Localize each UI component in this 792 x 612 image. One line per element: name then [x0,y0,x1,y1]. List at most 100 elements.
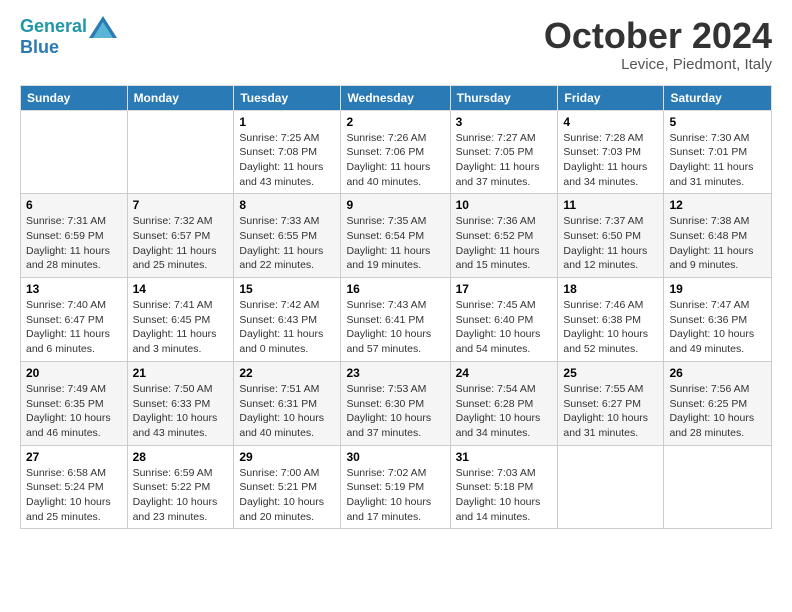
calendar-cell: 6 Sunrise: 7:31 AM Sunset: 6:59 PM Daylig… [21,194,128,278]
day-number: 13 [26,282,122,296]
day-number: 3 [456,115,553,129]
day-number: 8 [239,198,335,212]
day-number: 19 [669,282,766,296]
logo-text: General [20,17,87,37]
calendar-cell: 18 Sunrise: 7:46 AM Sunset: 6:38 PM Dayli… [558,278,664,362]
calendar-cell: 13Sunrise: 7:40 AM Sunset: 6:47 PM Dayli… [21,278,128,362]
calendar-cell: 2 Sunrise: 7:26 AM Sunset: 7:06 PM Daylig… [341,110,450,194]
week-row-3: 13Sunrise: 7:40 AM Sunset: 6:47 PM Dayli… [21,278,772,362]
day-info: Sunrise: 7:02 AM Sunset: 5:19 PM Dayligh… [346,466,444,525]
calendar-cell: 23Sunrise: 7:53 AM Sunset: 6:30 PM Dayli… [341,361,450,445]
header-row: SundayMondayTuesdayWednesdayThursdayFrid… [21,85,772,110]
calendar-cell: 22 Sunrise: 7:51 AM Sunset: 6:31 PM Dayli… [234,361,341,445]
calendar-cell: 31 Sunrise: 7:03 AM Sunset: 5:18 PM Dayli… [450,445,558,529]
calendar-cell: 15Sunrise: 7:42 AM Sunset: 6:43 PM Dayli… [234,278,341,362]
calendar-cell: 20 Sunrise: 7:49 AM Sunset: 6:35 PM Dayli… [21,361,128,445]
day-header-friday: Friday [558,85,664,110]
calendar-table: SundayMondayTuesdayWednesdayThursdayFrid… [20,85,772,530]
day-header-monday: Monday [127,85,234,110]
week-row-1: 1Sunrise: 7:25 AM Sunset: 7:08 PM Daylig… [21,110,772,194]
day-info: Sunrise: 7:31 AM Sunset: 6:59 PM Dayligh… [26,214,122,273]
day-info: Sunrise: 7:56 AM Sunset: 6:25 PM Dayligh… [669,382,766,441]
calendar-cell: 14 Sunrise: 7:41 AM Sunset: 6:45 PM Dayli… [127,278,234,362]
day-header-saturday: Saturday [664,85,772,110]
day-info: Sunrise: 7:51 AM Sunset: 6:31 PM Dayligh… [239,382,335,441]
day-number: 24 [456,366,553,380]
header: General Blue October 2024 Levice, Piedmo… [20,16,772,73]
day-number: 28 [133,450,229,464]
day-number: 31 [456,450,553,464]
day-header-sunday: Sunday [21,85,128,110]
day-number: 10 [456,198,553,212]
day-number: 7 [133,198,229,212]
day-number: 25 [563,366,658,380]
day-number: 9 [346,198,444,212]
day-info: Sunrise: 7:54 AM Sunset: 6:28 PM Dayligh… [456,382,553,441]
calendar-cell: 1Sunrise: 7:25 AM Sunset: 7:08 PM Daylig… [234,110,341,194]
calendar-cell: 17 Sunrise: 7:45 AM Sunset: 6:40 PM Dayli… [450,278,558,362]
day-number: 21 [133,366,229,380]
calendar-cell: 12 Sunrise: 7:38 AM Sunset: 6:48 PM Dayli… [664,194,772,278]
day-info: Sunrise: 7:27 AM Sunset: 7:05 PM Dayligh… [456,131,553,190]
day-info: Sunrise: 6:58 AM Sunset: 5:24 PM Dayligh… [26,466,122,525]
day-number: 18 [563,282,658,296]
day-info: Sunrise: 7:47 AM Sunset: 6:36 PM Dayligh… [669,298,766,357]
calendar-cell: 21Sunrise: 7:50 AM Sunset: 6:33 PM Dayli… [127,361,234,445]
calendar-cell: 9Sunrise: 7:35 AM Sunset: 6:54 PM Daylig… [341,194,450,278]
day-info: Sunrise: 7:25 AM Sunset: 7:08 PM Dayligh… [239,131,335,190]
calendar-cell: 19 Sunrise: 7:47 AM Sunset: 6:36 PM Dayli… [664,278,772,362]
logo-blue-text: Blue [20,38,117,58]
day-info: Sunrise: 7:38 AM Sunset: 6:48 PM Dayligh… [669,214,766,273]
day-info: Sunrise: 7:37 AM Sunset: 6:50 PM Dayligh… [563,214,658,273]
week-row-5: 27Sunrise: 6:58 AM Sunset: 5:24 PM Dayli… [21,445,772,529]
day-info: Sunrise: 7:49 AM Sunset: 6:35 PM Dayligh… [26,382,122,441]
day-info: Sunrise: 7:26 AM Sunset: 7:06 PM Dayligh… [346,131,444,190]
day-number: 2 [346,115,444,129]
calendar-cell [664,445,772,529]
day-number: 12 [669,198,766,212]
calendar-cell: 24 Sunrise: 7:54 AM Sunset: 6:28 PM Dayli… [450,361,558,445]
calendar-location: Levice, Piedmont, Italy [544,56,772,73]
calendar-cell [21,110,128,194]
logo: General Blue [20,16,117,58]
day-number: 22 [239,366,335,380]
calendar-cell: 3 Sunrise: 7:27 AM Sunset: 7:05 PM Daylig… [450,110,558,194]
day-header-wednesday: Wednesday [341,85,450,110]
calendar-cell: 8 Sunrise: 7:33 AM Sunset: 6:55 PM Daylig… [234,194,341,278]
week-row-2: 6 Sunrise: 7:31 AM Sunset: 6:59 PM Daylig… [21,194,772,278]
calendar-page: General Blue October 2024 Levice, Piedmo… [0,0,792,539]
day-number: 17 [456,282,553,296]
day-header-thursday: Thursday [450,85,558,110]
day-number: 14 [133,282,229,296]
logo-icon [89,16,117,38]
day-info: Sunrise: 7:28 AM Sunset: 7:03 PM Dayligh… [563,131,658,190]
day-number: 23 [346,366,444,380]
day-number: 5 [669,115,766,129]
day-number: 29 [239,450,335,464]
day-info: Sunrise: 7:33 AM Sunset: 6:55 PM Dayligh… [239,214,335,273]
day-info: Sunrise: 7:45 AM Sunset: 6:40 PM Dayligh… [456,298,553,357]
calendar-cell [127,110,234,194]
day-info: Sunrise: 7:42 AM Sunset: 6:43 PM Dayligh… [239,298,335,357]
calendar-cell: 25 Sunrise: 7:55 AM Sunset: 6:27 PM Dayli… [558,361,664,445]
day-number: 16 [346,282,444,296]
calendar-cell: 5Sunrise: 7:30 AM Sunset: 7:01 PM Daylig… [664,110,772,194]
day-info: Sunrise: 7:03 AM Sunset: 5:18 PM Dayligh… [456,466,553,525]
day-info: Sunrise: 7:41 AM Sunset: 6:45 PM Dayligh… [133,298,229,357]
day-number: 6 [26,198,122,212]
calendar-cell: 29 Sunrise: 7:00 AM Sunset: 5:21 PM Dayli… [234,445,341,529]
calendar-cell: 7 Sunrise: 7:32 AM Sunset: 6:57 PM Daylig… [127,194,234,278]
day-header-tuesday: Tuesday [234,85,341,110]
day-number: 11 [563,198,658,212]
calendar-title: October 2024 [544,16,772,56]
week-row-4: 20 Sunrise: 7:49 AM Sunset: 6:35 PM Dayli… [21,361,772,445]
day-number: 20 [26,366,122,380]
day-info: Sunrise: 7:00 AM Sunset: 5:21 PM Dayligh… [239,466,335,525]
calendar-cell: 10 Sunrise: 7:36 AM Sunset: 6:52 PM Dayli… [450,194,558,278]
calendar-cell: 27Sunrise: 6:58 AM Sunset: 5:24 PM Dayli… [21,445,128,529]
day-number: 30 [346,450,444,464]
day-info: Sunrise: 7:46 AM Sunset: 6:38 PM Dayligh… [563,298,658,357]
day-info: Sunrise: 7:32 AM Sunset: 6:57 PM Dayligh… [133,214,229,273]
day-info: Sunrise: 7:36 AM Sunset: 6:52 PM Dayligh… [456,214,553,273]
day-info: Sunrise: 7:55 AM Sunset: 6:27 PM Dayligh… [563,382,658,441]
